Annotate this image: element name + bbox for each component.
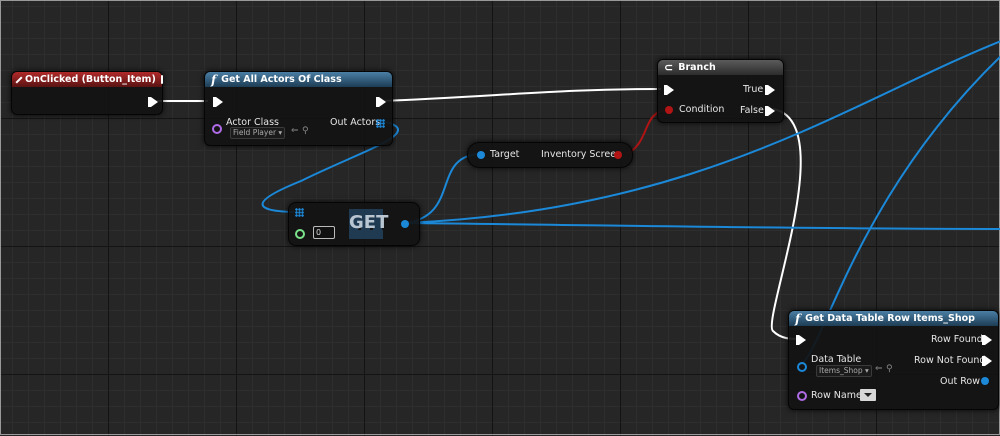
get-all-actors-node[interactable]: f Get All Actors Of Class Actor Class Fi… [204,71,393,146]
exec-out-pin[interactable] [148,97,158,107]
get-data-table-row-header: f Get Data Table Row Items_Shop [789,311,998,326]
inventory-screen-label: Inventory Screen [541,149,623,160]
row-not-found-exec-pin[interactable] [982,356,992,366]
branch-node[interactable]: ⊂ Branch True Condition False [657,59,784,123]
row-name-label: Row Name [811,390,862,401]
true-exec-out-pin[interactable] [765,85,775,95]
out-row-pin[interactable] [981,377,989,385]
function-icon: f [795,311,801,326]
browse-magnifier-icon[interactable]: ⚲ [886,364,893,374]
branch-icon: ⊂ [664,61,674,74]
branch-header: ⊂ Branch [658,60,783,75]
exec-in-pin[interactable] [796,335,806,345]
row-name-pin[interactable] [797,391,807,401]
get-all-actors-header: f Get All Actors Of Class [205,72,392,87]
delegate-pin-icon[interactable] [160,75,163,84]
data-table-value: Items_Shop [819,366,863,375]
condition-label: Condition [679,104,725,115]
onclicked-event-node[interactable]: OnClicked (Button_Item) [11,71,163,115]
target-pin[interactable] [477,151,485,159]
get-all-actors-title: Get All Actors Of Class [221,74,342,85]
get-out-pin[interactable] [401,220,409,228]
data-table-dropdown[interactable]: Items_Shop ▾ [816,365,872,377]
actor-class-value: Field Player [233,128,277,137]
index-pin[interactable] [295,229,305,239]
array-in-pin[interactable] [295,208,304,217]
get-data-table-row-title: Get Data Table Row Items_Shop [805,313,975,324]
inventory-screen-getter-node[interactable]: Target Inventory Screen [467,142,633,168]
use-selected-arrow-icon[interactable]: ⇐ [291,126,299,136]
exec-in-pin[interactable] [664,85,674,95]
exec-wire-getall-branch [381,88,662,102]
false-label: False [740,105,764,116]
array-get-node[interactable]: GET 0 [288,202,420,246]
out-row-label: Out Row [940,376,980,387]
data-table-pin[interactable] [797,362,807,372]
branch-title: Branch [678,62,716,73]
browse-magnifier-icon[interactable]: ⚲ [302,126,309,136]
array-pin-icon[interactable] [376,119,385,128]
actor-class-pin[interactable] [212,124,222,134]
condition-pin[interactable] [665,106,673,114]
target-label: Target [490,149,520,160]
inventory-screen-out-pin[interactable] [614,151,622,159]
get-data-table-row-node[interactable]: f Get Data Table Row Items_Shop Row Foun… [788,310,999,410]
false-exec-out-pin[interactable] [765,106,775,116]
onclicked-header: OnClicked (Button_Item) [12,72,163,87]
data-table-label: Data Table [811,354,862,365]
exec-out-pin[interactable] [376,97,386,107]
out-actors-label: Out Actors [330,117,381,128]
object-wire-get-right [404,222,1000,230]
index-input[interactable]: 0 [313,226,335,239]
true-label: True [743,84,764,95]
row-found-exec-pin[interactable] [982,335,992,345]
onclicked-title: OnClicked (Button_Item) [25,74,156,85]
exec-in-pin[interactable] [213,97,223,107]
event-diamond-icon [15,75,23,84]
use-selected-arrow-icon[interactable]: ⇐ [875,364,883,374]
row-not-found-label: Row Not Found [914,355,986,366]
get-label: GET [349,212,389,233]
row-found-label: Row Found [931,334,983,345]
actor-class-dropdown[interactable]: Field Player ▾ [230,127,286,139]
row-name-dropdown[interactable] [860,389,876,401]
function-icon: f [211,72,217,87]
